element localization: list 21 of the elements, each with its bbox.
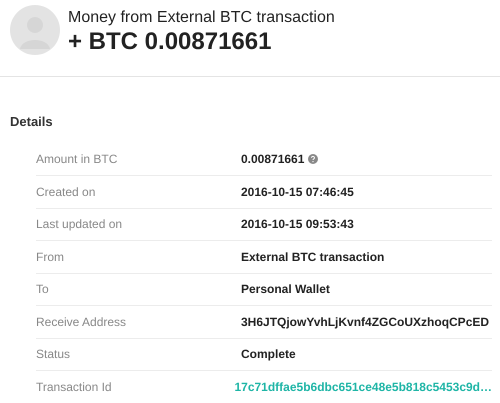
field-label: Receive Address [36, 314, 128, 331]
avatar-icon [10, 5, 60, 55]
field-label: To [36, 281, 50, 298]
help-icon[interactable] [308, 154, 318, 164]
section-heading: Details [10, 113, 54, 131]
transaction-link[interactable]: 17c71dffae5b6dbc651ce48e5b818c5453c9d… [234, 378, 492, 396]
field-label: Status [36, 346, 72, 364]
field-value: 0.00871661 [241, 151, 304, 168]
field-value: External BTC transaction [241, 248, 384, 266]
field-value: 3H6JTQjowYvhLjKvnf4ZGCoUXzhoqCPcED [241, 314, 490, 331]
field-value: Complete [241, 346, 296, 364]
transaction-amount: + BTC 0.00871661 [68, 28, 272, 56]
field-label: Last updated on [36, 216, 124, 234]
field-value: 2016-10-15 09:53:43 [241, 216, 354, 234]
field-label: Created on [36, 184, 96, 201]
field-label: Transaction Id [36, 378, 113, 396]
transaction-title: Money from External BTC transaction [68, 8, 335, 28]
field-label: Amount in BTC [36, 151, 118, 168]
field-label: From [36, 248, 65, 266]
field-value: 2016-10-15 07:46:45 [241, 184, 354, 201]
field-value: Personal Wallet [241, 281, 330, 298]
